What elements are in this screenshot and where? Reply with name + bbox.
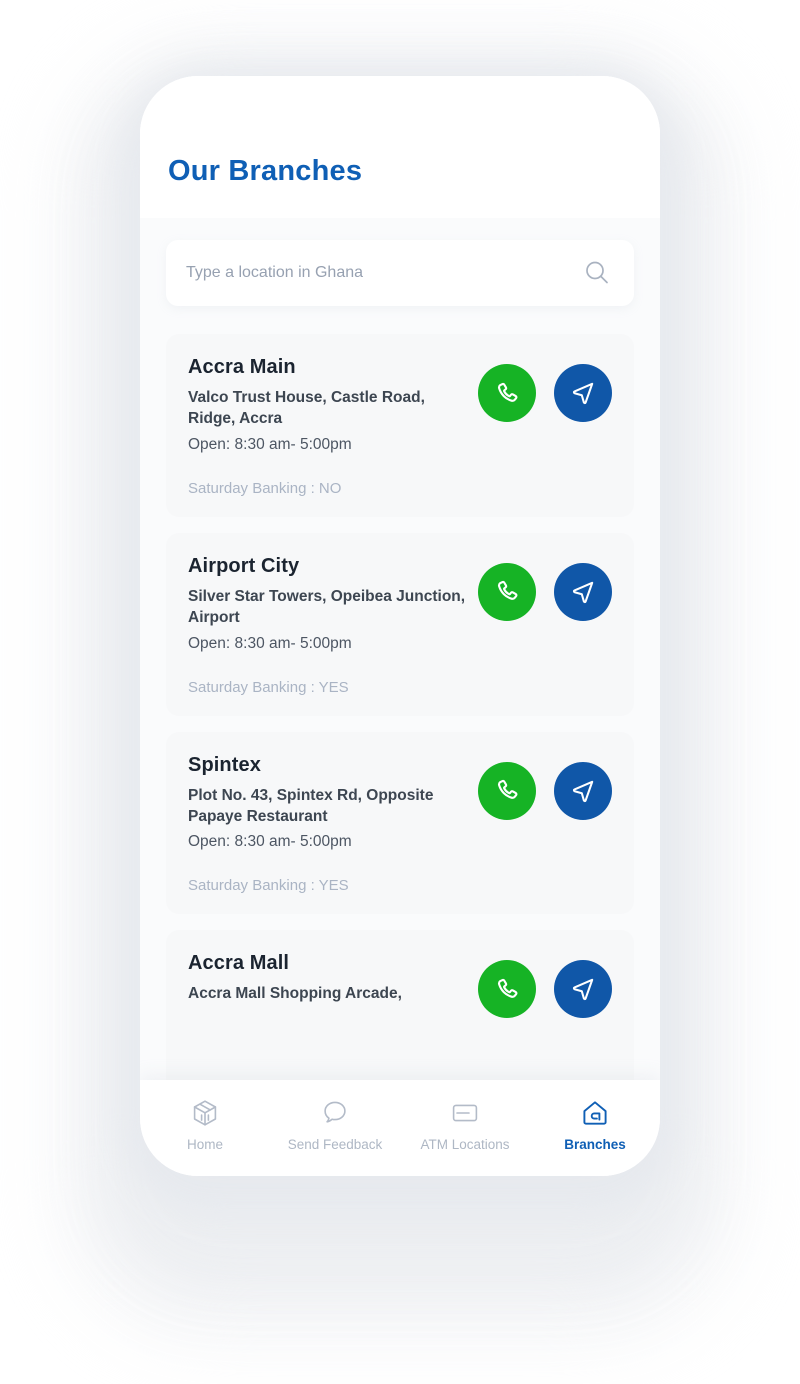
search-icon[interactable] [582,258,612,288]
search-input[interactable] [186,264,582,282]
phone-mockup: Our Branches Type a location in Ghana Ac… [140,76,660,1176]
table-row[interactable]: Accra Mall Accra Mall Shopping Arcade, [166,930,634,1080]
branch-name: Spintex [188,753,261,776]
phone-icon [494,578,521,605]
nav-label: ATM Locations [420,1137,510,1152]
nav-item-home[interactable]: Home [140,1098,270,1152]
search-bar[interactable] [166,240,634,306]
branch-hours: Open: 8:30 am- 5:00pm [188,634,352,652]
call-button[interactable] [478,761,536,820]
branch-name: Accra Mall [188,952,290,975]
cube-box-icon [190,1098,220,1128]
branch-address: Accra Mall Shopping Arcade, [188,985,402,1003]
nav-item-atm-locations[interactable]: ATM Locations [400,1098,530,1152]
branches-content: Accra Main Valco Trust House, Castle Roa… [140,218,660,1080]
directions-button[interactable] [554,960,612,1019]
branch-name: Accra Main [188,356,296,378]
nav-label: Branches [564,1137,626,1152]
phone-icon [494,777,521,804]
saturday-banking-status: Saturday Banking : YES [188,877,349,895]
branch-info: Airport City Silver Star Towers, Opeibea… [188,555,478,696]
bank-house-icon [580,1098,610,1128]
saturday-banking-status: Saturday Banking : YES [188,678,349,696]
call-button[interactable] [478,562,536,621]
branch-info: Spintex Plot No. 43, Spintex Rd, Opposit… [188,754,478,895]
branch-hours: Open: 8:30 am- 5:00pm [188,833,352,851]
branch-address: Silver Star Towers, Opeibea Junction, Ai… [188,587,466,627]
speech-bubble-icon [320,1098,350,1128]
credit-card-icon [450,1098,480,1128]
call-button[interactable] [478,960,536,1019]
branch-actions [478,754,612,820]
call-button[interactable] [478,364,536,422]
directions-button[interactable] [554,364,612,422]
nav-label: Home [186,1137,223,1152]
branch-address: Valco Trust House, Castle Road, Ridge, A… [188,389,425,428]
navigation-arrow-icon [570,579,596,605]
branch-actions [478,356,612,422]
branch-actions [478,555,612,621]
branch-actions [478,952,612,1019]
phone-icon [494,380,521,407]
branch-hours: Open: 8:30 am- 5:00pm [188,435,352,453]
branch-info: Accra Main Valco Trust House, Castle Roa… [188,356,478,497]
nav-item-send-feedback[interactable]: Send Feedback [270,1098,400,1152]
table-row[interactable]: Spintex Plot No. 43, Spintex Rd, Opposit… [166,731,634,915]
screenshot-stage: Our Branches Type a location in Ghana Ac… [0,0,800,1384]
app-screen: Our Branches Type a location in Ghana Ac… [140,76,660,1176]
directions-button[interactable] [554,562,612,621]
app-header: Our Branches [140,76,660,218]
table-row[interactable]: Accra Main Valco Trust House, Castle Roa… [166,334,634,517]
saturday-banking-status: Saturday Banking : NO [188,479,342,497]
branch-list: Accra Main Valco Trust House, Castle Roa… [166,334,634,1080]
bottom-navigation: Home Send Feedback ATM Locations Branche… [140,1080,660,1176]
page-title: Our Branches [168,155,363,187]
nav-label: Send Feedback [287,1137,383,1152]
nav-item-branches[interactable]: Branches [530,1098,660,1152]
phone-icon [494,976,521,1003]
branch-address: Plot No. 43, Spintex Rd, Opposite Papaye… [188,786,434,825]
directions-button[interactable] [554,761,612,820]
table-row[interactable]: Airport City Silver Star Towers, Opeibea… [166,532,634,716]
navigation-arrow-icon [570,380,596,406]
navigation-arrow-icon [570,778,596,804]
navigation-arrow-icon [570,976,596,1002]
branch-info: Accra Mall Accra Mall Shopping Arcade, [188,952,478,1030]
branch-name: Airport City [188,554,300,577]
